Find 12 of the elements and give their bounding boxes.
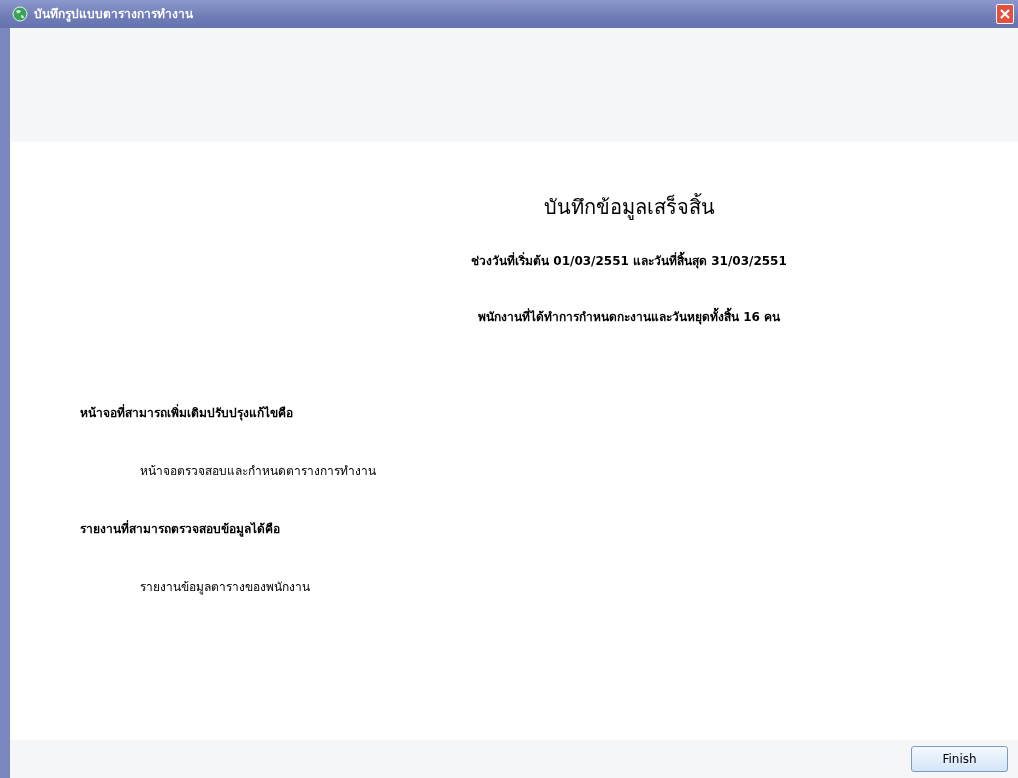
close-button[interactable] [996,4,1014,24]
section-item: หน้าจอตรวจสอบและกำหนดตารางการทำงาน [140,463,377,480]
summary-text: พนักงานที่ได้ทำการกำหนดกะงานและวันหยุดทั้งสิ้น 16 คน [70,308,988,326]
section-title: รายงานที่สามารถตรวจสอบข้อมูลได้คือ [80,520,281,538]
summary-text: ช่วงวันที่เริ่มต้น 01/03/2551 และวันที่สิ้นสุด 31/03/2551 [70,252,988,270]
close-icon [1000,9,1010,19]
finish-button[interactable]: Finish [911,746,1008,772]
section-title: หน้าจอที่สามารถเพิ่มเติมปรับปรุงแก้ไขคือ [80,404,294,422]
section-item: รายงานข้อมูลตารางของพนักงาน [140,579,311,596]
completion-heading: บันทึกข้อมูลเสร็จสิ้น [542,192,716,222]
window-title: บันทึกรูปแบบตารางการทำงาน [34,6,194,23]
globe-icon [12,6,28,22]
